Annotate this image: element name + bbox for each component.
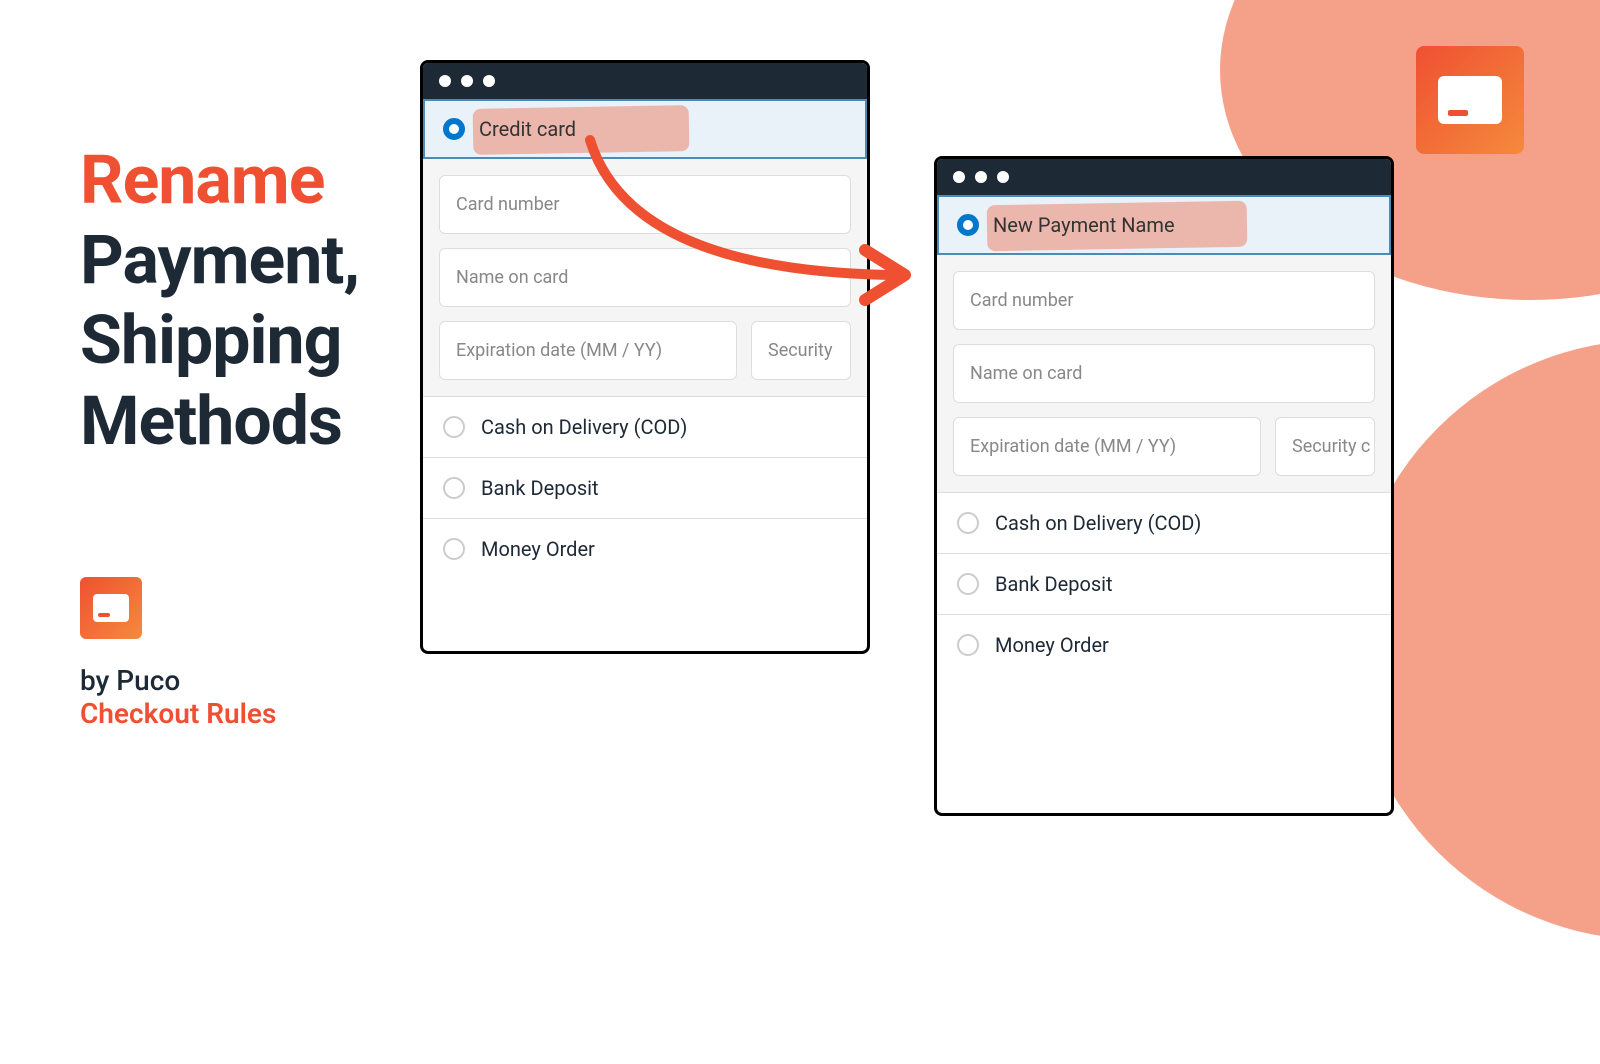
payment-option-cod[interactable]: Cash on Delivery (COD): [937, 492, 1391, 553]
option-label: Cash on Delivery (COD): [481, 415, 687, 439]
radio-unselected-icon: [443, 477, 465, 499]
card-number-input[interactable]: Card number: [439, 175, 851, 234]
byline: by Puco Checkout Rules: [80, 664, 276, 730]
byline-bottom: Checkout Rules: [80, 697, 276, 730]
radio-selected-icon: [443, 118, 465, 140]
browser-content: New Payment Name Card number Name on car…: [937, 195, 1391, 675]
window-dot: [975, 171, 987, 183]
card-number-input[interactable]: Card number: [953, 271, 1375, 330]
option-label: Bank Deposit: [995, 572, 1113, 596]
input-row: Expiration date (MM / YY) Security c: [953, 417, 1375, 476]
window-dot: [439, 75, 451, 87]
card-badge-top: [1416, 46, 1524, 154]
window-dot: [461, 75, 473, 87]
card-form: Card number Name on card Expiration date…: [937, 255, 1391, 492]
window-dot: [953, 171, 965, 183]
headline-line4: Methods: [80, 381, 342, 461]
headline: Rename Payment, Shipping Methods: [80, 140, 359, 461]
credit-card-icon: [1438, 76, 1502, 124]
expiration-input[interactable]: Expiration date (MM / YY): [953, 417, 1261, 476]
radio-selected-icon: [957, 214, 979, 236]
card-form: Card number Name on card Expiration date…: [423, 159, 867, 396]
credit-card-icon: [93, 594, 129, 622]
window-dot: [483, 75, 495, 87]
browser-window-after: New Payment Name Card number Name on car…: [934, 156, 1394, 816]
window-dot: [997, 171, 1009, 183]
security-input[interactable]: Security c: [1275, 417, 1375, 476]
radio-unselected-icon: [957, 634, 979, 656]
headline-line2: Payment,: [80, 220, 359, 300]
option-label: Cash on Delivery (COD): [995, 511, 1201, 535]
radio-unselected-icon: [957, 573, 979, 595]
expiration-input[interactable]: Expiration date (MM / YY): [439, 321, 737, 380]
browser-window-before: Credit card Card number Name on card Exp…: [420, 60, 870, 654]
option-label: Money Order: [995, 633, 1109, 657]
card-badge-small: [80, 577, 142, 639]
radio-unselected-icon: [443, 416, 465, 438]
security-input[interactable]: Security: [751, 321, 851, 380]
payment-option-money-order[interactable]: Money Order: [423, 518, 867, 579]
headline-line3: Shipping: [80, 300, 341, 380]
radio-unselected-icon: [443, 538, 465, 560]
option-label: Bank Deposit: [481, 476, 599, 500]
payment-method-selected[interactable]: Credit card: [423, 99, 867, 159]
name-on-card-input[interactable]: Name on card: [953, 344, 1375, 403]
payment-label: Credit card: [479, 117, 576, 141]
payment-label: New Payment Name: [993, 213, 1175, 237]
payment-option-bank[interactable]: Bank Deposit: [423, 457, 867, 518]
option-label: Money Order: [481, 537, 595, 561]
radio-unselected-icon: [957, 512, 979, 534]
payment-option-cod[interactable]: Cash on Delivery (COD): [423, 396, 867, 457]
name-on-card-input[interactable]: Name on card: [439, 248, 851, 307]
payment-option-bank[interactable]: Bank Deposit: [937, 553, 1391, 614]
browser-content: Credit card Card number Name on card Exp…: [423, 99, 867, 579]
browser-chrome: [423, 63, 867, 99]
browser-chrome: [937, 159, 1391, 195]
payment-method-selected[interactable]: New Payment Name: [937, 195, 1391, 255]
headline-accent: Rename: [80, 140, 324, 220]
input-row: Expiration date (MM / YY) Security: [439, 321, 851, 380]
byline-top: by Puco: [80, 664, 276, 697]
payment-option-money-order[interactable]: Money Order: [937, 614, 1391, 675]
